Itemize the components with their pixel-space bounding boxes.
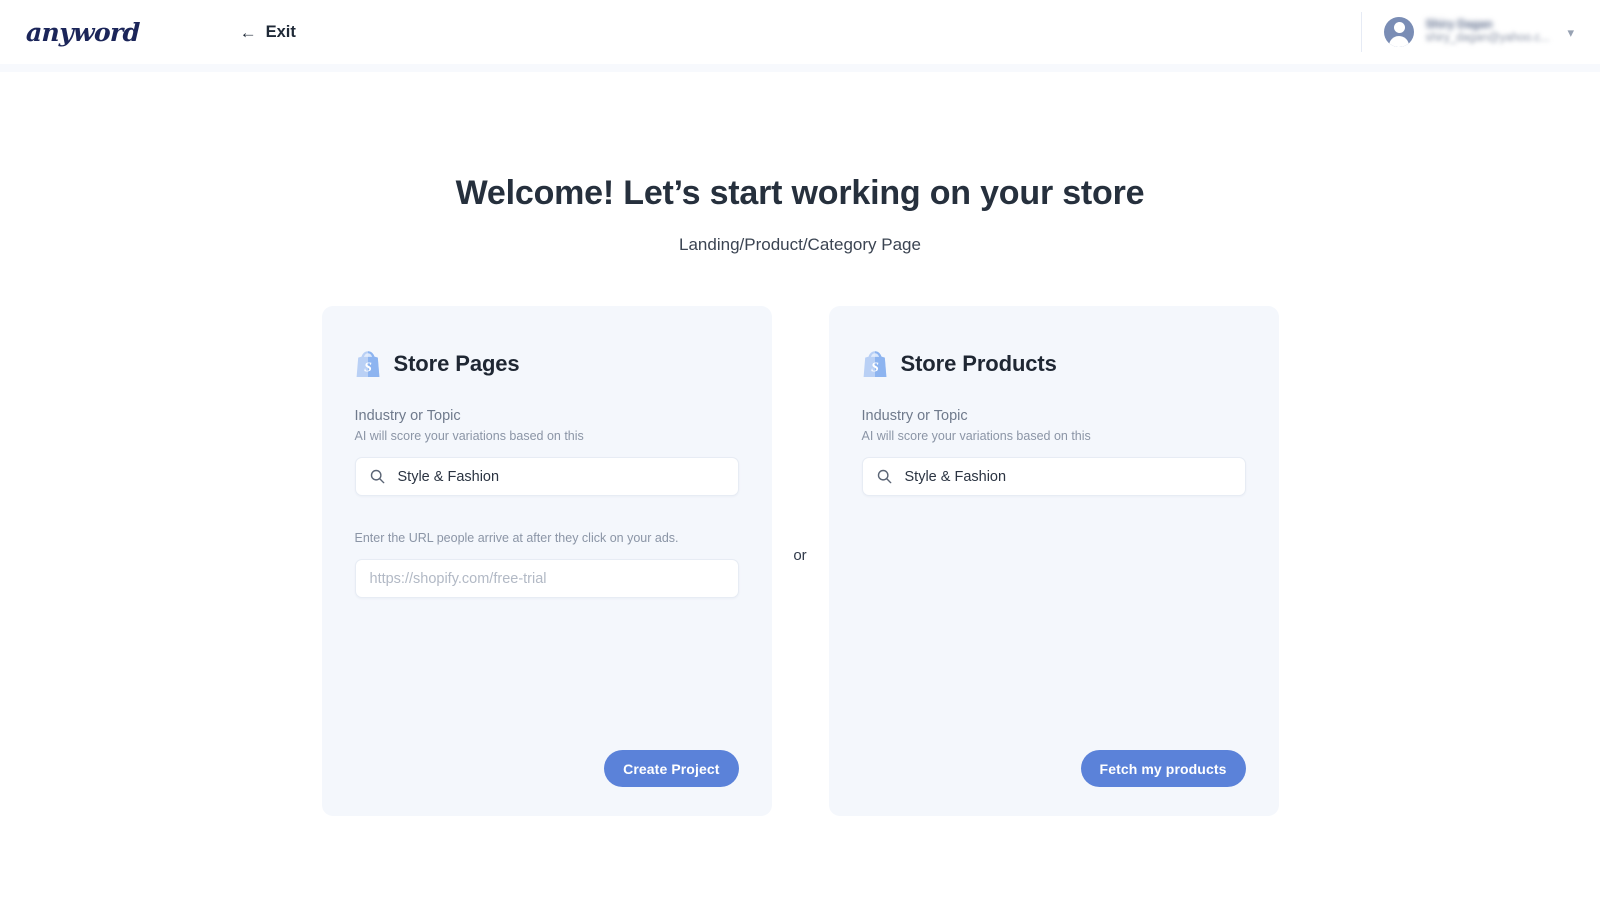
user-name: Shiry Dagan bbox=[1425, 18, 1493, 31]
or-separator: or bbox=[772, 306, 829, 816]
arrow-left-icon: ← bbox=[239, 22, 257, 42]
shopify-bag-icon: S bbox=[356, 351, 379, 377]
user-account-menu[interactable]: Shiry Dagan shiry_dagan@yahoo.c... ▾ bbox=[1361, 10, 1574, 54]
card-header: S Store Pages bbox=[355, 350, 739, 378]
search-icon bbox=[370, 469, 384, 484]
card-title: Store Products bbox=[900, 351, 1057, 376]
chevron-down-icon[interactable]: ▾ bbox=[1567, 26, 1574, 39]
user-email: shiry_dagan@yahoo.c... bbox=[1425, 32, 1550, 44]
card-footer: Create Project bbox=[355, 750, 739, 787]
user-identity: Shiry Dagan shiry_dagan@yahoo.c... bbox=[1425, 19, 1557, 45]
exit-label: Exit bbox=[265, 22, 296, 41]
header-divider bbox=[1361, 12, 1363, 52]
or-label: or bbox=[793, 546, 807, 564]
svg-text:S: S bbox=[871, 361, 879, 376]
industry-search-input[interactable]: Style & Fashion bbox=[861, 457, 1246, 496]
header-underline bbox=[0, 64, 1600, 72]
shopify-bag-icon: S bbox=[863, 351, 886, 377]
options-row: S Store Pages Industry or Topic AI will … bbox=[0, 306, 1600, 816]
industry-sublabel: AI will score your variations based on t… bbox=[861, 429, 1091, 443]
card-header: S Store Products bbox=[862, 350, 1246, 378]
card-title: Store Pages bbox=[393, 351, 520, 376]
industry-search-input[interactable]: Style & Fashion bbox=[354, 457, 739, 496]
anyword-logo[interactable]: anyword bbox=[25, 18, 140, 47]
exit-button[interactable]: ← Exit bbox=[240, 23, 296, 42]
svg-text:S: S bbox=[364, 361, 372, 376]
card-store-products[interactable]: S Store Products Industry or Topic AI wi… bbox=[828, 306, 1279, 816]
industry-value: Style & Fashion bbox=[397, 468, 500, 485]
industry-label: Industry or Topic bbox=[354, 408, 461, 424]
user-avatar-icon bbox=[1384, 17, 1415, 47]
fetch-my-products-button[interactable]: Fetch my products bbox=[1080, 750, 1246, 787]
search-icon bbox=[877, 469, 891, 484]
card-store-pages[interactable]: S Store Pages Industry or Topic AI will … bbox=[321, 306, 772, 816]
industry-sublabel: AI will score your variations based on t… bbox=[354, 429, 584, 443]
industry-value: Style & Fashion bbox=[904, 468, 1007, 485]
url-label: Enter the URL people arrive at after the… bbox=[354, 531, 679, 545]
url-input[interactable]: https://shopify.com/free-trial bbox=[354, 559, 739, 598]
main-content: Welcome! Let’s start working on your sto… bbox=[0, 174, 1600, 900]
card-footer: Fetch my products bbox=[862, 750, 1246, 787]
top-header-bar: anyword ← Exit Shiry Dagan shiry_dagan@y… bbox=[0, 0, 1600, 64]
industry-label: Industry or Topic bbox=[861, 408, 968, 424]
url-placeholder: https://shopify.com/free-trial bbox=[369, 570, 547, 587]
page-subtitle: Landing/Product/Category Page bbox=[679, 235, 921, 254]
create-project-button[interactable]: Create Project bbox=[604, 750, 739, 787]
page-title: Welcome! Let’s start working on your sto… bbox=[455, 174, 1145, 212]
